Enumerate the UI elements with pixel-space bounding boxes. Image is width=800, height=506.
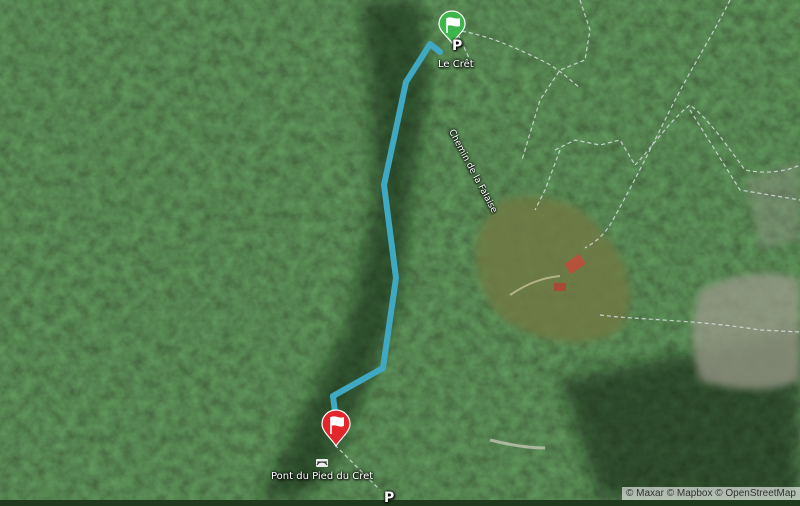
- bridge-icon: [316, 459, 328, 467]
- parking-label-top: P: [452, 38, 462, 54]
- satellite-map[interactable]: [0, 0, 800, 500]
- map-attribution[interactable]: © Maxar © Mapbox © OpenStreetMap: [622, 487, 800, 500]
- place-label-le-cret[interactable]: Le Crêt: [438, 59, 474, 70]
- attribution-osm[interactable]: © OpenStreetMap: [715, 488, 796, 499]
- building-2: [554, 283, 566, 291]
- attribution-maxar[interactable]: © Maxar: [626, 488, 664, 499]
- attribution-mapbox[interactable]: © Mapbox: [667, 488, 713, 499]
- parking-label-bottom: P: [384, 490, 394, 506]
- poi-label-pont-du-pied-du-cret[interactable]: Pont du Pied du Cret: [271, 471, 373, 482]
